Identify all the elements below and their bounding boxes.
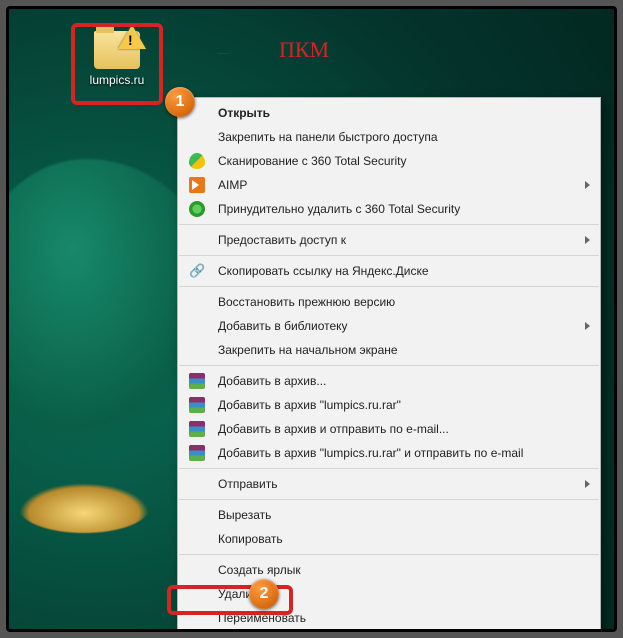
chevron-right-icon (585, 322, 590, 330)
menu-item[interactable]: Сканирование с 360 Total Security (178, 149, 600, 173)
menu-item-label: Отправить (218, 477, 580, 491)
menu-item[interactable]: Удалить (178, 582, 600, 606)
menu-item-label: Закрепить на начальном экране (218, 343, 580, 357)
menu-item[interactable]: Добавить в архив... (178, 369, 600, 393)
menu-item-label: Добавить в архив... (218, 374, 580, 388)
menu-item[interactable]: Добавить в архив и отправить по e-mail..… (178, 417, 600, 441)
menu-item[interactable]: Переименовать (178, 606, 600, 630)
aimp-icon (189, 177, 205, 193)
shield-icon (189, 153, 205, 169)
menu-item-label: Открыть (218, 106, 580, 120)
desktop-folder-lumpics[interactable]: ! lumpics.ru (75, 27, 159, 101)
menu-item[interactable]: Восстановить прежнюю версию (178, 290, 600, 314)
menu-item[interactable]: Закрепить на панели быстрого доступа (178, 125, 600, 149)
menu-item[interactable]: Добавить в библиотеку (178, 314, 600, 338)
chevron-right-icon (585, 480, 590, 488)
menu-item[interactable]: Отправить (178, 472, 600, 496)
menu-item[interactable]: Добавить в архив "lumpics.ru.rar" и отпр… (178, 441, 600, 465)
menu-item[interactable]: Вырезать (178, 503, 600, 527)
chevron-right-icon (585, 236, 590, 244)
menu-item-label: Скопировать ссылку на Яндекс.Диске (218, 264, 580, 278)
menu-item-label: Принудительно удалить с 360 Total Securi… (218, 202, 580, 216)
menu-separator (179, 255, 599, 256)
rar-icon (189, 421, 205, 437)
rar-icon (189, 397, 205, 413)
menu-item[interactable]: Принудительно удалить с 360 Total Securi… (178, 197, 600, 221)
menu-item-label: Сканирование с 360 Total Security (218, 154, 580, 168)
annotation-arrow (169, 53, 279, 55)
menu-item[interactable]: Создать ярлык (178, 558, 600, 582)
annotation-pkm-label: ПКМ (279, 37, 329, 63)
menu-item[interactable]: Предоставить доступ к (178, 228, 600, 252)
menu-item[interactable]: Копировать (178, 527, 600, 551)
menu-item-label: Копировать (218, 532, 580, 546)
menu-separator (179, 554, 599, 555)
desktop-icon-label: lumpics.ru (90, 73, 145, 87)
menu-item-label: Восстановить прежнюю версию (218, 295, 580, 309)
menu-separator (179, 365, 599, 366)
menu-item-label: Добавить в библиотеку (218, 319, 580, 333)
rar-icon (189, 445, 205, 461)
wallpaper-lamp (19, 483, 149, 533)
menu-item-label: Переименовать (218, 611, 580, 625)
menu-item-label: Предоставить доступ к (218, 233, 580, 247)
menu-item[interactable]: Открыть (178, 101, 600, 125)
screenshot-frame: ! lumpics.ru ПКМ 1 Открыть Закрепить на п… (6, 6, 617, 632)
360-icon (189, 201, 205, 217)
annotation-badge-2: 2 (249, 579, 279, 609)
rar-icon (189, 373, 205, 389)
annotation-badge-1: 1 (165, 87, 195, 117)
menu-item-label: Добавить в архив и отправить по e-mail..… (218, 422, 580, 436)
menu-item[interactable]: 🔗 Скопировать ссылку на Яндекс.Диске (178, 259, 600, 283)
menu-item-label: Создать ярлык (218, 563, 580, 577)
menu-item-label: Закрепить на панели быстрого доступа (218, 130, 580, 144)
menu-item[interactable]: AIMP (178, 173, 600, 197)
menu-item[interactable]: Добавить в архив "lumpics.ru.rar" (178, 393, 600, 417)
link-icon: 🔗 (189, 263, 205, 279)
menu-item-label: Вырезать (218, 508, 580, 522)
menu-item-label: Добавить в архив "lumpics.ru.rar" и отпр… (218, 446, 580, 460)
menu-item-label: AIMP (218, 178, 580, 192)
menu-separator (179, 224, 599, 225)
chevron-right-icon (585, 181, 590, 189)
menu-separator (179, 286, 599, 287)
warning-overlay-icon: ! (118, 25, 146, 49)
menu-item[interactable]: Закрепить на начальном экране (178, 338, 600, 362)
menu-separator (179, 499, 599, 500)
menu-item-label: Добавить в архив "lumpics.ru.rar" (218, 398, 580, 412)
menu-separator (179, 468, 599, 469)
folder-icon: ! (94, 31, 140, 69)
context-menu: Открыть Закрепить на панели быстрого дост… (177, 97, 601, 632)
